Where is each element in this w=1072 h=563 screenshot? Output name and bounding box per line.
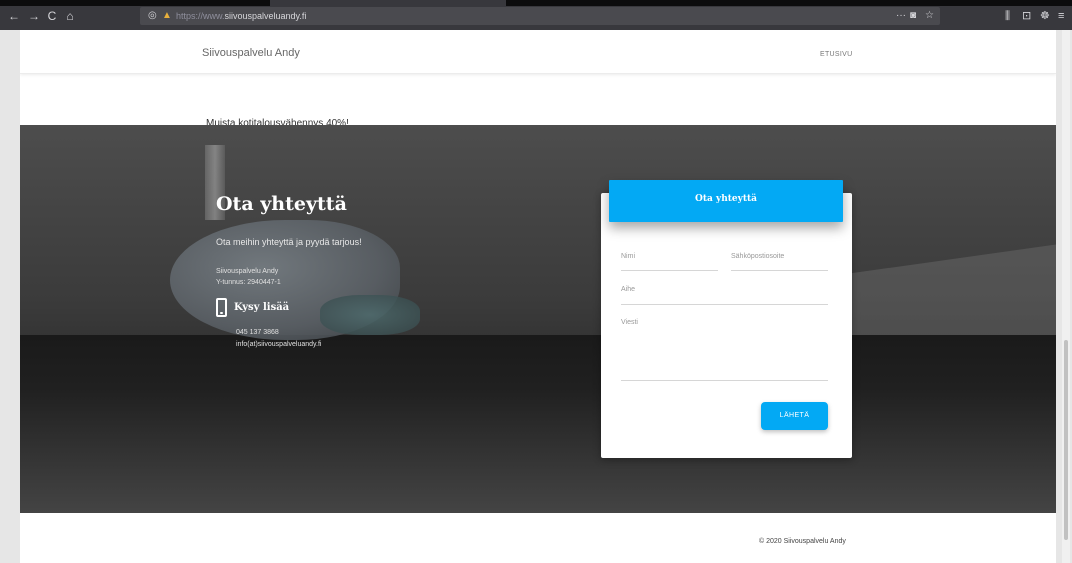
send-button[interactable]: LÄHETÄ bbox=[761, 402, 828, 430]
form-header: Ota yhteyttä bbox=[609, 180, 843, 222]
more-icon[interactable]: ··· bbox=[896, 9, 906, 23]
shield-icon[interactable]: ◎ bbox=[148, 9, 157, 23]
home-icon[interactable]: ⌂ bbox=[62, 9, 78, 23]
phone-icon bbox=[216, 298, 227, 317]
tab-strip bbox=[0, 0, 1072, 6]
url-host: siivouspalveluandy.fi bbox=[224, 11, 307, 21]
name-placeholder: Nimi bbox=[621, 253, 635, 260]
url-text[interactable]: https://www.siivouspalveluandy.fi bbox=[176, 9, 306, 23]
active-tab[interactable] bbox=[270, 0, 506, 6]
site-header: Siivouspalvelu Andy ETUSIVU bbox=[20, 30, 1056, 74]
bookmark-star-icon[interactable]: ☆ bbox=[925, 9, 934, 23]
message-placeholder: Viesti bbox=[621, 319, 638, 326]
url-bar[interactable]: ◎ ▲ https://www.siivouspalveluandy.fi ··… bbox=[140, 7, 940, 25]
scrollbar-thumb[interactable] bbox=[1064, 340, 1068, 540]
company-name: Siivouspalvelu Andy bbox=[216, 268, 279, 275]
subject-field[interactable]: Aihe bbox=[621, 286, 828, 305]
pocket-icon[interactable]: ◙ bbox=[910, 9, 916, 23]
url-scheme: https://www. bbox=[176, 11, 225, 21]
form-title: Ota yhteyttä bbox=[695, 194, 757, 204]
lock-icon[interactable]: ▲ bbox=[162, 9, 172, 23]
reload-icon[interactable]: C bbox=[44, 9, 60, 23]
email-field[interactable]: Sähköpostiosoite bbox=[731, 253, 828, 271]
contact-section-background bbox=[20, 125, 1056, 513]
reader-view-icon[interactable]: ⊡ bbox=[1022, 9, 1031, 23]
background-counter bbox=[20, 335, 1056, 513]
back-icon[interactable]: ← bbox=[6, 9, 22, 23]
web-page: Siivouspalvelu Andy ETUSIVU Muista kotit… bbox=[20, 30, 1056, 563]
message-field[interactable]: Viesti bbox=[621, 319, 828, 381]
subject-placeholder: Aihe bbox=[621, 286, 636, 293]
ask-more-label: Kysy lisää bbox=[234, 302, 290, 313]
phone-number[interactable]: 045 137 3868 bbox=[236, 327, 321, 339]
contact-lead: Ota meihin yhteyttä ja pyydä tarjous! bbox=[216, 237, 362, 247]
menu-icon[interactable]: ≡ bbox=[1058, 9, 1064, 23]
business-id: Y-tunnus: 2940447-1 bbox=[216, 279, 281, 286]
library-icon[interactable]: ⫼ bbox=[1005, 9, 1010, 23]
extension-icon[interactable]: ☸ bbox=[1040, 9, 1050, 23]
contact-details: 045 137 3868 info(at)siivouspalveluandy.… bbox=[236, 327, 321, 351]
browser-toolbar: ← → C ⌂ ◎ ▲ https://www.siivouspalveluan… bbox=[0, 0, 1072, 30]
nav-link-home[interactable]: ETUSIVU bbox=[820, 51, 852, 58]
background-cloth bbox=[320, 295, 420, 335]
footer-copyright: © 2020 Siivouspalvelu Andy bbox=[759, 538, 846, 545]
email-placeholder: Sähköpostiosoite bbox=[731, 253, 785, 260]
site-brand[interactable]: Siivouspalvelu Andy bbox=[202, 47, 300, 59]
name-field[interactable]: Nimi bbox=[621, 253, 718, 271]
forward-icon[interactable]: → bbox=[26, 9, 42, 23]
email-address[interactable]: info(at)siivouspalveluandy.fi bbox=[236, 339, 321, 351]
contact-title: Ota yhteyttä bbox=[216, 193, 347, 215]
company-info: Siivouspalvelu Andy Y-tunnus: 2940447-1 bbox=[216, 266, 281, 288]
